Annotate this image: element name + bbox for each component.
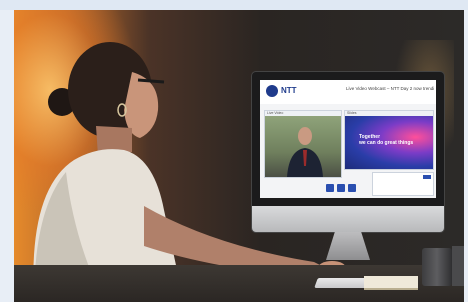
notebook [364, 276, 418, 290]
slide-panel: Slides Together we can do great things [344, 110, 434, 170]
presenter-figure [287, 127, 323, 177]
pen-cup [452, 246, 464, 286]
presenter-video[interactable] [265, 116, 341, 177]
glasses [137, 78, 165, 84]
photo-scene: NTT Live Video Webcast – NTT Day 2 now t… [14, 10, 464, 302]
stream-title: Live Video Webcast – NTT Day 2 now trend… [346, 86, 434, 91]
slide-text: Together we can do great things [359, 134, 413, 146]
monitor: NTT Live Video Webcast – NTT Day 2 now t… [252, 72, 444, 232]
slide-content: Together we can do great things [345, 116, 433, 169]
top-strip [0, 0, 468, 10]
webcast-header: NTT Live Video Webcast – NTT Day 2 now t… [260, 80, 436, 104]
chat-icon[interactable] [337, 184, 345, 192]
monitor-screen: NTT Live Video Webcast – NTT Day 2 now t… [260, 80, 436, 198]
monitor-chin [252, 206, 444, 232]
ntt-logo-icon [266, 85, 278, 97]
ntt-logo-text: NTT [281, 86, 297, 95]
mug [422, 248, 452, 286]
presenter-panel: Live Video [264, 110, 342, 178]
chat-send-button[interactable] [423, 175, 431, 179]
video-icon[interactable] [326, 184, 334, 192]
chat-box[interactable] [372, 172, 434, 196]
photo-frame: NTT Live Video Webcast – NTT Day 2 now t… [0, 0, 468, 302]
slide-text-line2: we can do great things [359, 140, 414, 146]
question-icon[interactable] [348, 184, 356, 192]
